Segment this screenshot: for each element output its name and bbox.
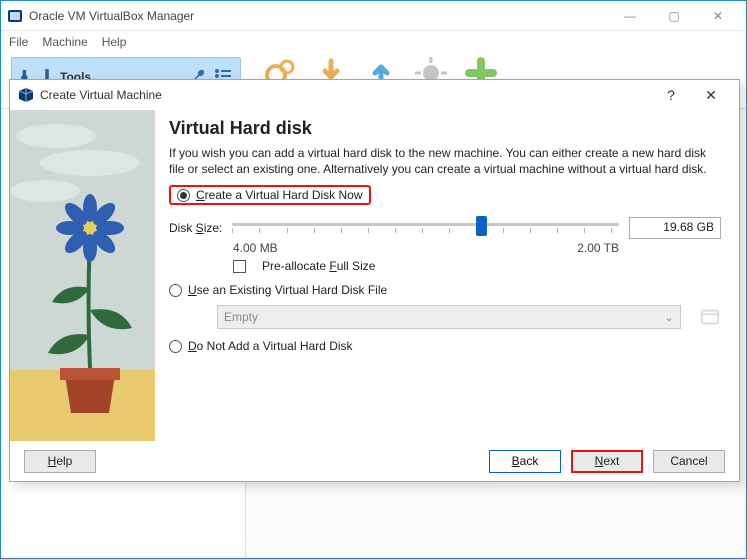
main-titlebar: Oracle VM VirtualBox Manager — ▢ ✕ — [1, 1, 746, 31]
cube-icon — [18, 87, 34, 103]
back-button[interactable]: Back — [489, 450, 561, 473]
window-title: Oracle VM VirtualBox Manager — [29, 9, 608, 23]
radio-create-now-label[interactable]: Create a Virtual Hard Disk Now — [196, 188, 363, 202]
radio-use-existing[interactable] — [169, 284, 182, 297]
menu-machine[interactable]: Machine — [42, 35, 87, 49]
dialog-help-button[interactable]: ? — [651, 87, 691, 103]
existing-disk-combo: Empty ⌄ — [217, 305, 681, 329]
disk-size-slider[interactable] — [232, 213, 619, 243]
disk-size-value[interactable]: 19.68 GB — [629, 217, 721, 239]
menu-bar: File Machine Help — [1, 31, 746, 53]
wizard-illustration — [10, 110, 155, 441]
help-button[interactable]: Help — [24, 450, 96, 473]
checkbox-preallocate-label[interactable]: Pre-allocate Full Size — [262, 259, 375, 273]
radio-do-not-add[interactable] — [169, 340, 182, 353]
dialog-heading: Virtual Hard disk — [169, 118, 721, 139]
existing-disk-value: Empty — [224, 310, 258, 324]
disk-size-label: Disk Size: — [169, 221, 222, 235]
slider-thumb[interactable] — [476, 216, 487, 236]
radio-create-now[interactable] — [177, 189, 190, 202]
minimize-button[interactable]: — — [608, 2, 652, 30]
slider-min-label: 4.00 MB — [233, 241, 278, 255]
dialog-close-button[interactable]: ✕ — [691, 87, 731, 104]
checkbox-preallocate[interactable] — [233, 260, 246, 273]
chevron-down-icon: ⌄ — [664, 310, 674, 324]
option-create-now-highlight: Create a Virtual Hard Disk Now — [169, 185, 371, 205]
next-button[interactable]: Next — [571, 450, 643, 473]
dialog-description: If you wish you can add a virtual hard d… — [169, 145, 721, 177]
browse-file-icon — [699, 306, 721, 328]
close-button[interactable]: ✕ — [696, 2, 740, 30]
radio-do-not-add-label[interactable]: Do Not Add a Virtual Hard Disk — [188, 339, 353, 353]
menu-help[interactable]: Help — [102, 35, 127, 49]
dialog-title: Create Virtual Machine — [40, 88, 651, 102]
virtualbox-icon — [7, 8, 23, 24]
create-vm-dialog: Create Virtual Machine ? ✕ — [9, 79, 740, 482]
menu-file[interactable]: File — [9, 35, 28, 49]
slider-max-label: 2.00 TB — [577, 241, 619, 255]
maximize-button[interactable]: ▢ — [652, 2, 696, 30]
cancel-button[interactable]: Cancel — [653, 450, 725, 473]
radio-use-existing-label[interactable]: Use an Existing Virtual Hard Disk File — [188, 283, 387, 297]
